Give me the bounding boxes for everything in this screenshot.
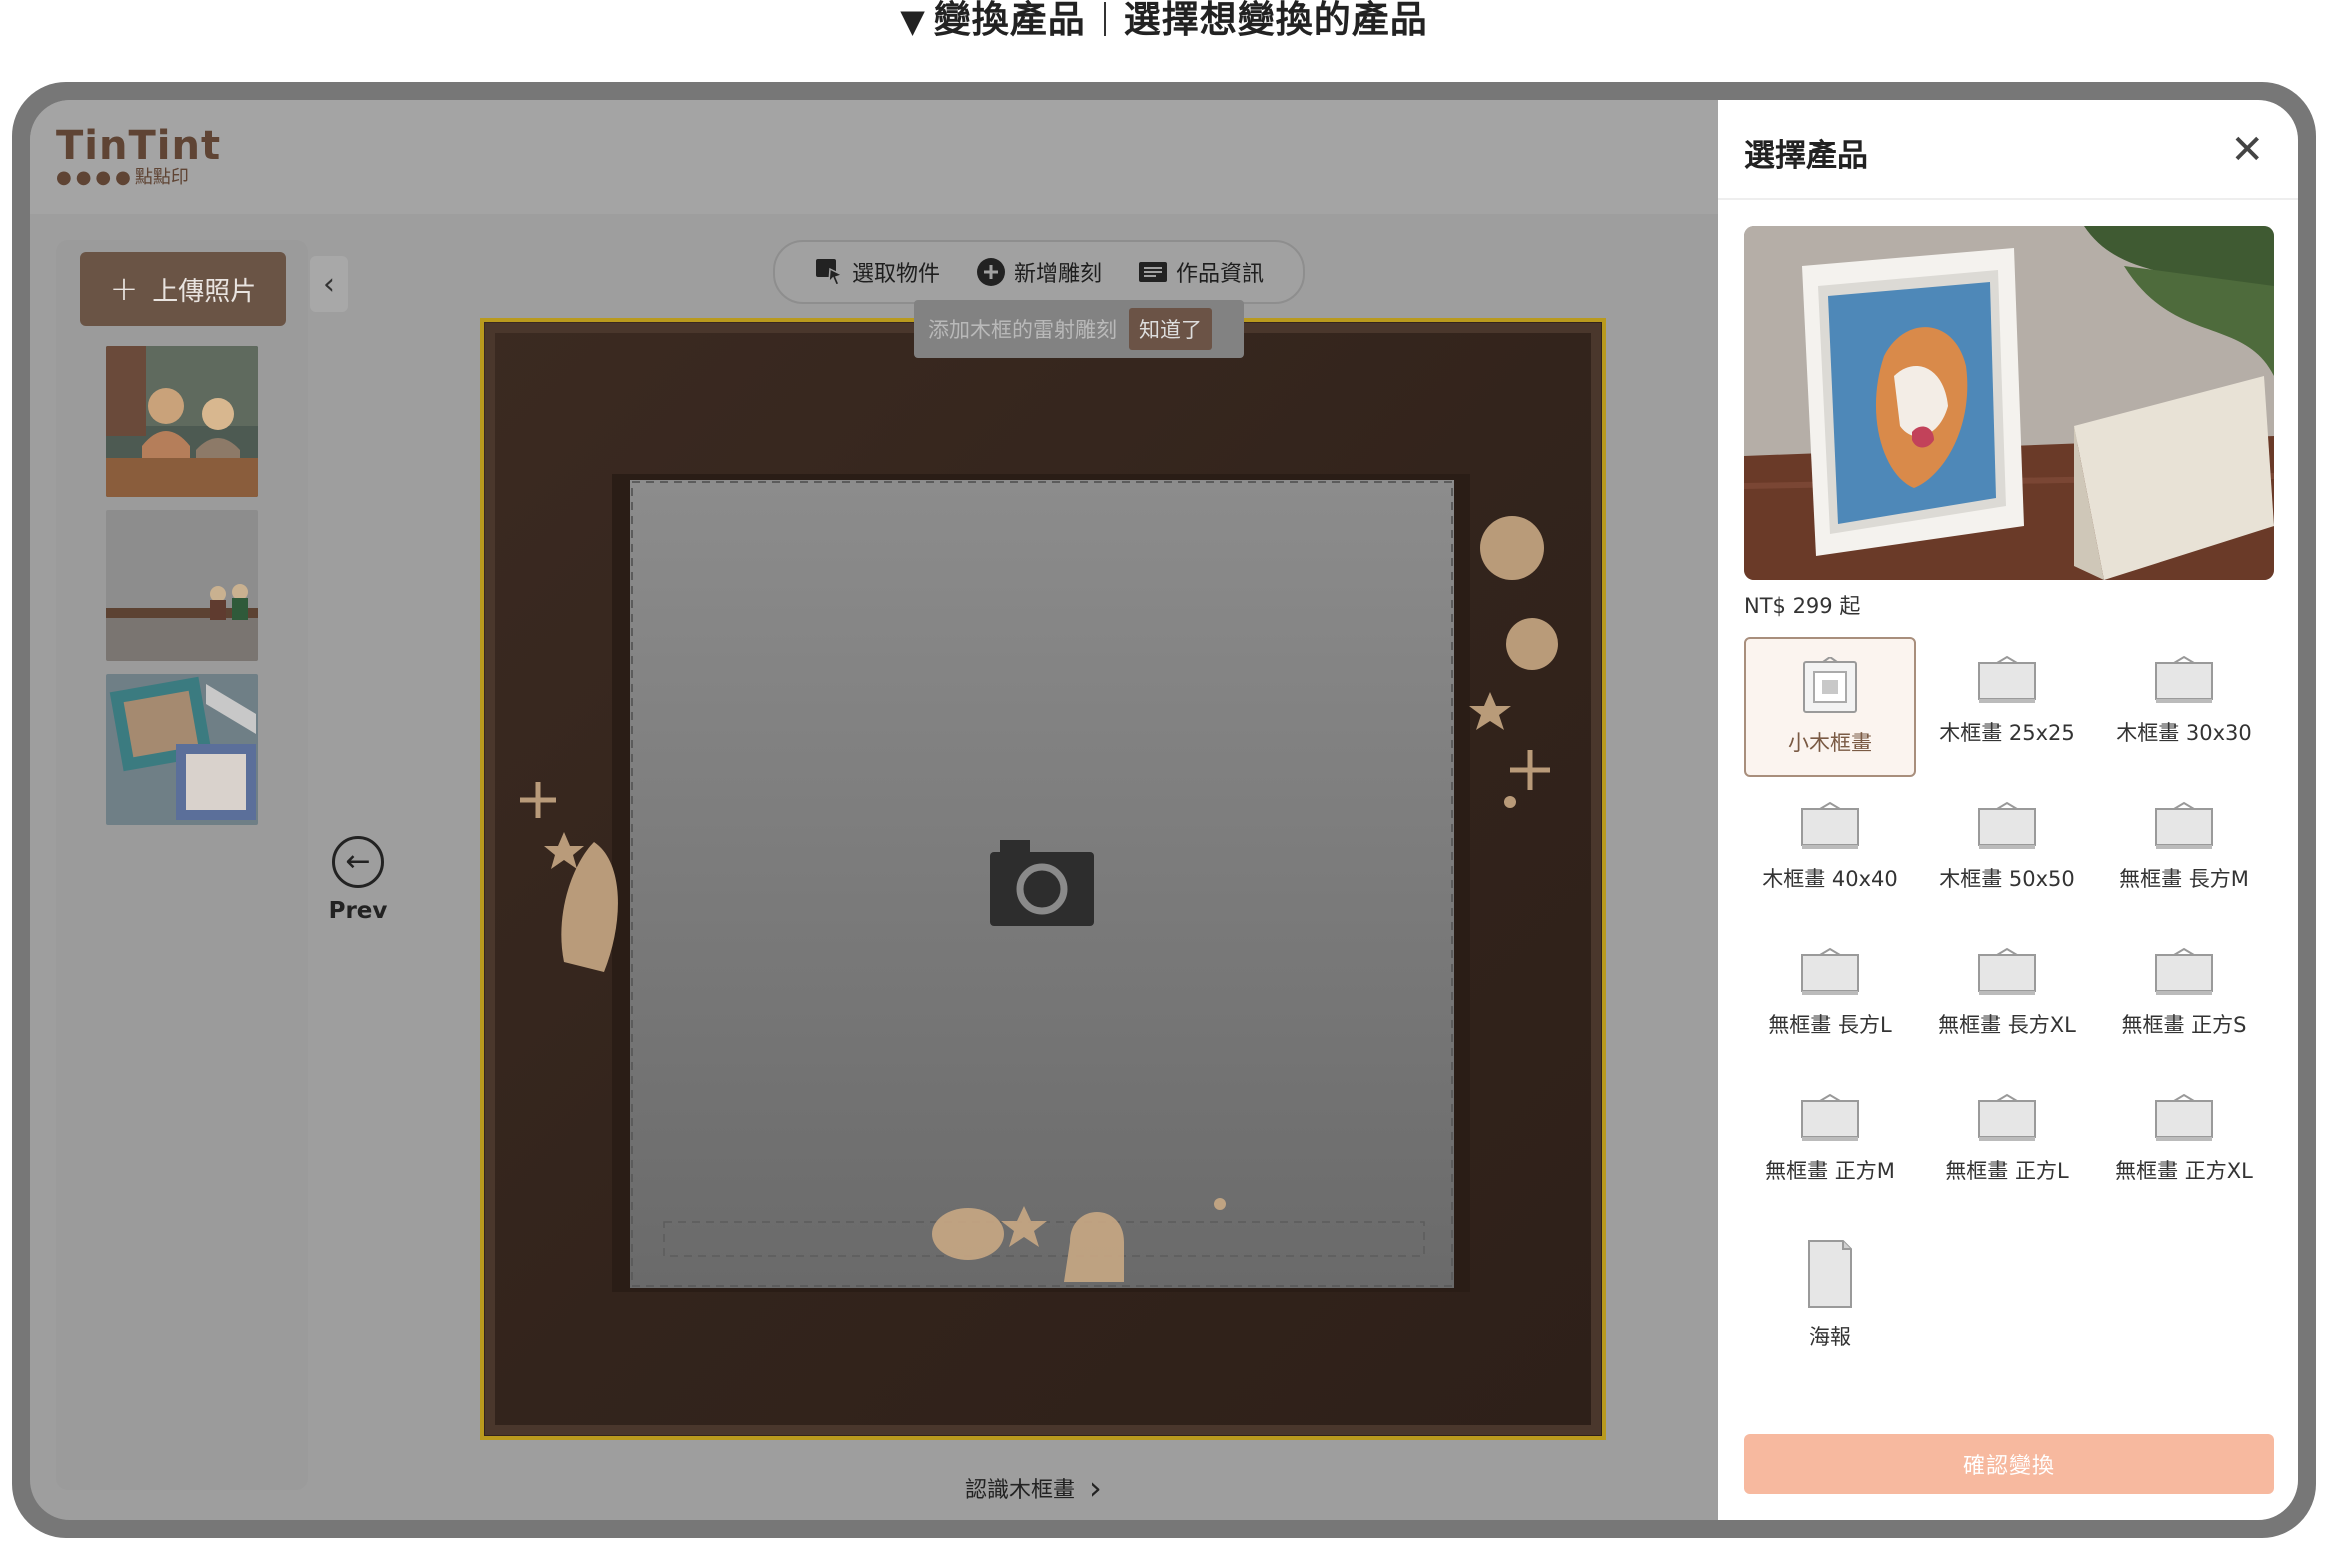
artwork-info-button[interactable]: 作品資訊 <box>1138 256 1264 288</box>
product-label: 無框畫 正方S <box>2121 1013 2247 1037</box>
chevron-right-icon: › <box>1089 1469 1102 1507</box>
caption-right: 選擇想變換的產品 <box>1123 0 1428 41</box>
prev-label: Prev <box>328 898 388 924</box>
photo-thumbnail[interactable] <box>106 346 258 497</box>
tooltip-ok-button[interactable]: 知道了 <box>1129 308 1212 350</box>
top-bar: TinTint ●●●●點點印 <box>30 100 1718 214</box>
product-label: 木框畫 30x30 <box>2116 721 2252 745</box>
page-caption: ▼ 變換產品 選擇想變換的產品 <box>0 0 2328 41</box>
product-option[interactable]: 無框畫 正方S <box>2098 929 2270 1069</box>
product-option[interactable]: 無框畫 正方L <box>1921 1075 2093 1215</box>
product-label: 木框畫 50x50 <box>1939 867 2075 891</box>
product-label: 無框畫 正方M <box>1765 1159 1895 1183</box>
arrow-left-icon: ← <box>332 836 384 888</box>
drawer-divider <box>1718 198 2298 200</box>
logo-wordmark: TinTint <box>56 123 222 169</box>
product-label: 小木框畫 <box>1788 731 1872 755</box>
product-grid: 小木框畫 木框畫 25x25 木框畫 30x30 木框畫 40x40 木框畫 5… <box>1744 637 2274 1361</box>
product-option[interactable]: 木框畫 25x25 <box>1921 637 2093 777</box>
canvas-frame-icon <box>1978 655 2036 703</box>
product-option[interactable]: 小木框畫 <box>1744 637 1916 777</box>
artwork-info-label: 作品資訊 <box>1176 262 1265 287</box>
logo-subtitle: ●●●●點點印 <box>56 167 189 188</box>
upload-label: 上傳照片 <box>152 276 257 307</box>
drawer-title: 選擇產品 <box>1744 138 1868 174</box>
product-option[interactable]: 無框畫 長方L <box>1744 929 1916 1069</box>
app-screen: TinTint ●●●●點點印 + 上傳照片 ‹ 選取物件 新增雕刻 作品資訊 … <box>30 100 2298 1520</box>
learn-more-label: 認識木框畫 <box>965 1478 1076 1503</box>
photo-thumbnail[interactable] <box>106 674 258 825</box>
tooltip-text: 添加木框的雷射雕刻 <box>928 318 1117 342</box>
product-label: 木框畫 40x40 <box>1762 867 1898 891</box>
add-engraving-label: 新增雕刻 <box>1013 262 1102 287</box>
product-option[interactable]: 木框畫 40x40 <box>1744 783 1916 923</box>
product-label: 海報 <box>1809 1325 1851 1349</box>
canvas-frame-icon <box>2155 1093 2213 1141</box>
camera-icon[interactable] <box>990 840 1094 926</box>
caption-separator <box>1103 1 1106 36</box>
product-label: 無框畫 正方XL <box>2115 1159 2253 1183</box>
logo[interactable]: TinTint ●●●●點點印 <box>56 126 221 188</box>
plus-circle-icon <box>976 258 1005 286</box>
canvas-frame-icon <box>1801 1093 1859 1141</box>
photo-panel: + 上傳照片 <box>56 240 308 1490</box>
product-label: 無框畫 正方L <box>1945 1159 2069 1183</box>
product-option[interactable]: 無框畫 正方XL <box>2098 1075 2270 1215</box>
product-option[interactable]: 無框畫 正方M <box>1744 1075 1916 1215</box>
product-preview-image <box>1744 226 2274 580</box>
product-option[interactable]: 木框畫 50x50 <box>1921 783 2093 923</box>
canvas-frame-icon <box>1978 947 2036 995</box>
poster-icon <box>1808 1240 1852 1308</box>
product-option[interactable]: 海報 <box>1744 1221 1916 1361</box>
product-option[interactable]: 木框畫 30x30 <box>2098 637 2270 777</box>
product-label: 無框畫 長方XL <box>1938 1013 2076 1037</box>
product-label: 無框畫 長方M <box>2119 867 2249 891</box>
canvas-frame-icon <box>2155 947 2213 995</box>
wooden-frame-preview <box>484 322 1602 1436</box>
select-object-label: 選取物件 <box>851 262 940 287</box>
canvas-frame-icon <box>1801 801 1859 849</box>
editor-toolbar: 選取物件 新增雕刻 作品資訊 <box>773 240 1305 304</box>
canvas-frame-icon <box>1801 947 1859 995</box>
product-price: NT$ 299 起 <box>1744 594 1861 618</box>
product-label: 木框畫 25x25 <box>1939 721 2075 745</box>
select-cursor-icon <box>815 259 844 286</box>
upload-photo-button[interactable]: + 上傳照片 <box>80 252 286 326</box>
canvas-frame-icon <box>2155 801 2213 849</box>
select-object-button[interactable]: 選取物件 <box>814 256 940 288</box>
canvas-frame-icon <box>1978 1093 2036 1141</box>
add-engraving-button[interactable]: 新增雕刻 <box>976 256 1102 288</box>
triangle-down-icon: ▼ <box>900 2 926 40</box>
frame-canvas[interactable] <box>480 318 1606 1440</box>
learn-more-link[interactable]: 認識木框畫 › <box>965 1472 1102 1504</box>
engraving-tooltip: 添加木框的雷射雕刻 知道了 <box>914 300 1244 358</box>
canvas-frame-icon <box>2155 655 2213 703</box>
caption-left: 變換產品 <box>933 0 1086 41</box>
product-label: 無框畫 長方L <box>1768 1013 1892 1037</box>
plus-icon: + <box>109 269 139 309</box>
collapse-panel-button[interactable]: ‹ <box>310 256 348 312</box>
small-frame-icon <box>1803 657 1857 713</box>
confirm-change-button[interactable]: 確認變換 <box>1744 1434 2274 1494</box>
product-option[interactable]: 無框畫 長方XL <box>1921 929 2093 1069</box>
product-drawer: 選擇產品 ✕ NT$ 299 起 小木框畫 木框畫 25x25 木框畫 30x3… <box>1718 100 2298 1520</box>
canvas-frame-icon <box>1978 801 2036 849</box>
chevron-left-icon: ‹ <box>323 266 335 302</box>
prev-button[interactable]: ← Prev <box>328 836 388 924</box>
close-icon[interactable]: ✕ <box>2230 130 2264 170</box>
document-icon <box>1139 262 1167 282</box>
photo-thumbnail[interactable] <box>106 510 258 661</box>
product-option[interactable]: 無框畫 長方M <box>2098 783 2270 923</box>
